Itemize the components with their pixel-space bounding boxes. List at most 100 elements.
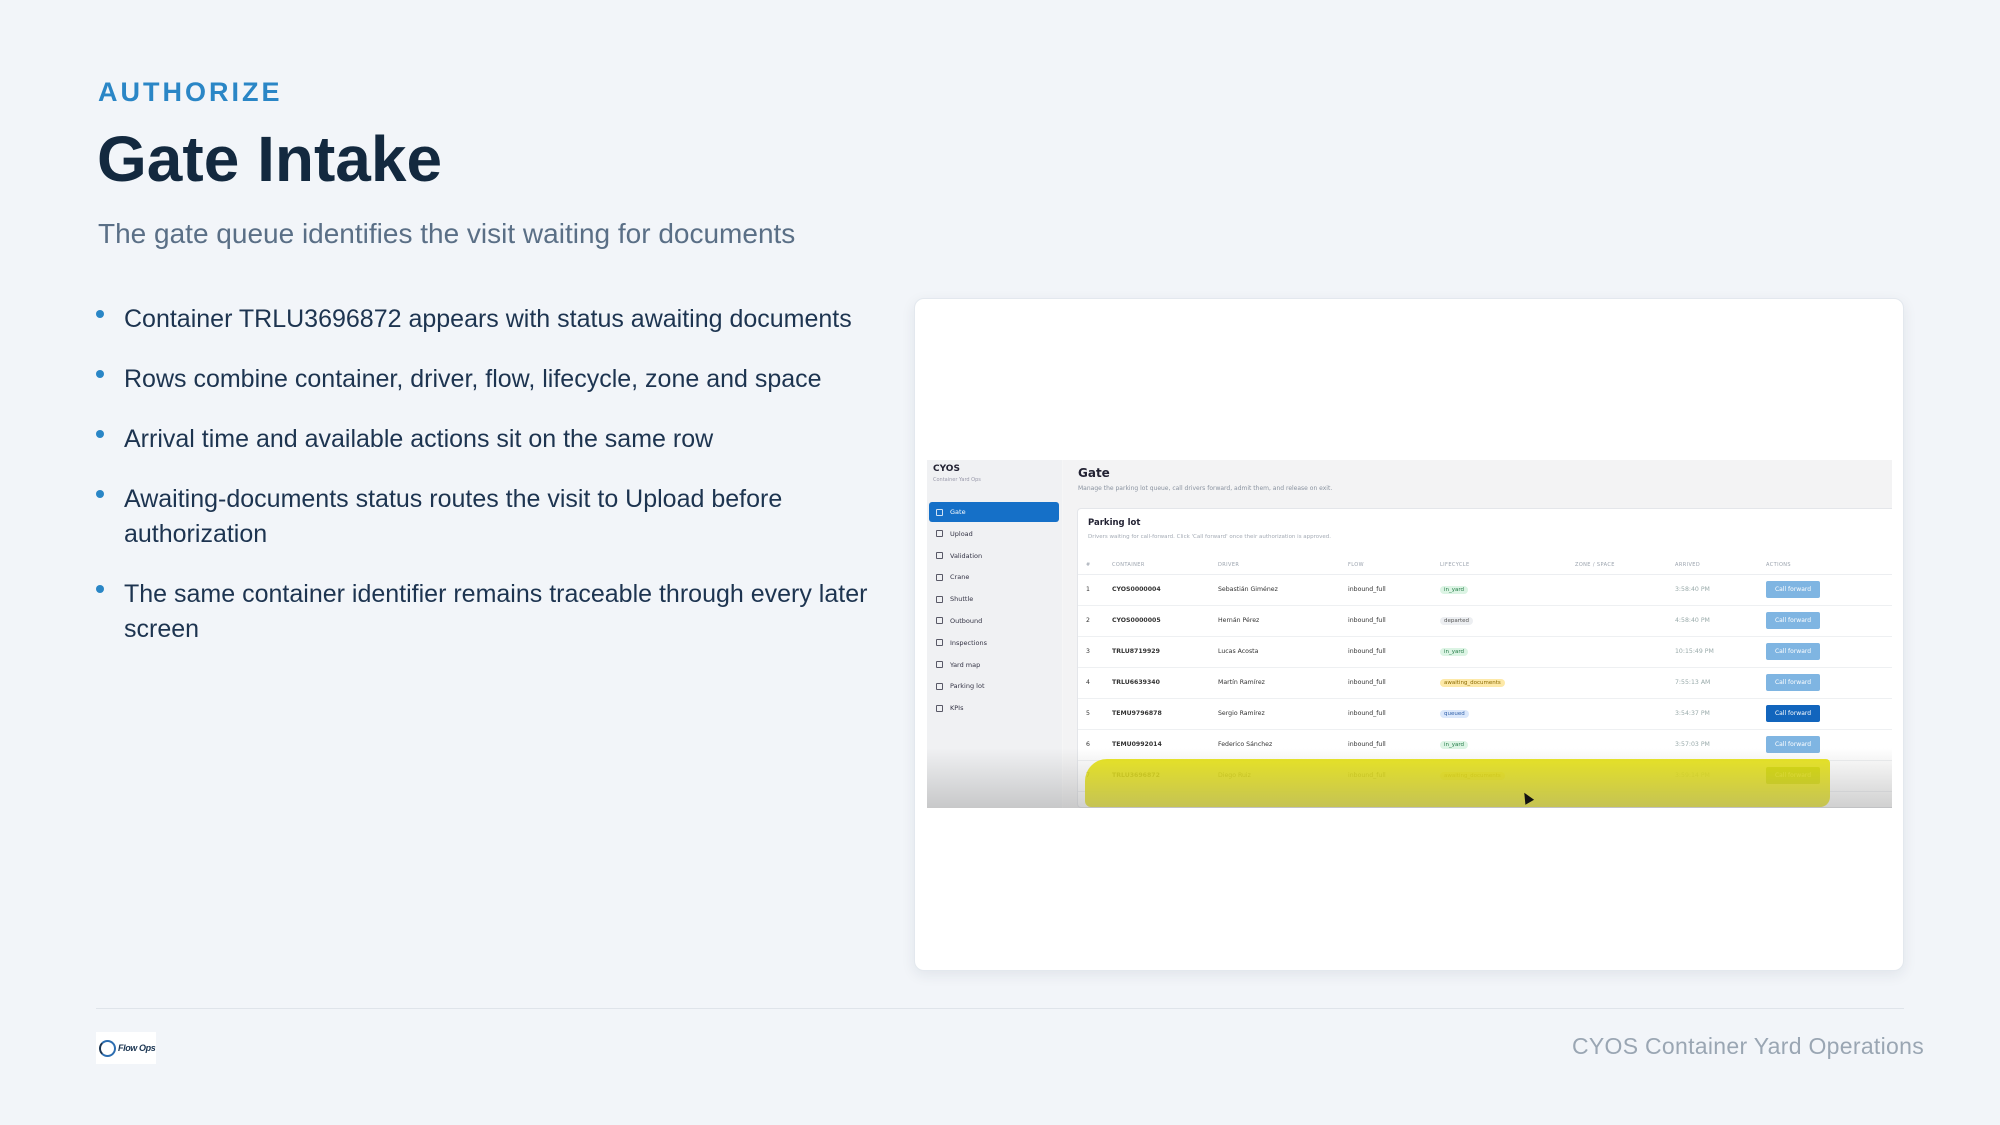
gate-title: Gate xyxy=(1078,466,1110,480)
lifecycle-badge: awaiting_documents xyxy=(1440,771,1505,780)
driver-name: Lucas Acosta xyxy=(1218,636,1348,668)
gate-icon xyxy=(936,508,943,516)
table-row-highlighted: 7 TRLU3696872 Diego Ruiz inbound_full aw… xyxy=(1078,760,1892,792)
table-row: 4 TRLU6639340 Martín Ramírez inbound_ful… xyxy=(1078,667,1892,699)
row-number: 3 xyxy=(1078,636,1112,668)
lifecycle-badge: in_yard xyxy=(1440,740,1469,749)
sidebar-item-crane[interactable]: Crane xyxy=(929,567,1059,587)
lifecycle-cell: in_yard xyxy=(1440,636,1575,668)
driver-name: Hernán Pérez xyxy=(1218,605,1348,637)
bullet-text: The same container identifier remains tr… xyxy=(124,580,868,643)
container-id: TRLU6639340 xyxy=(1112,667,1218,699)
page-title: Gate Intake xyxy=(97,123,443,195)
lifecycle-cell: in_yard xyxy=(1440,574,1575,606)
bullet-dot-icon xyxy=(96,490,104,498)
call-forward-button[interactable]: Call forward xyxy=(1766,705,1820,722)
lifecycle-badge: awaiting_documents xyxy=(1440,678,1505,687)
call-forward-button[interactable]: Call forward xyxy=(1766,674,1820,691)
crane-icon xyxy=(936,573,943,581)
flow: inbound_full xyxy=(1348,605,1440,637)
row-number: 7 xyxy=(1078,760,1112,792)
sidebar-item-label: Gate xyxy=(950,508,966,516)
table-row: 1 CYOS0000004 Sebastián Giménez inbound_… xyxy=(1078,574,1892,606)
outbound-icon xyxy=(936,617,943,625)
container-id: TRLU3696872 xyxy=(1112,760,1218,792)
actions-cell: Call forward xyxy=(1766,698,1892,730)
arrived-time: 3:58:40 PM xyxy=(1675,574,1766,606)
bullet-text: Rows combine container, driver, flow, li… xyxy=(124,365,822,393)
sidebar-item-kpis[interactable]: KPIs xyxy=(929,698,1059,718)
chart-icon xyxy=(936,704,943,712)
bullet-text: Arrival time and available actions sit o… xyxy=(124,425,714,453)
call-forward-button[interactable]: Call forward xyxy=(1766,612,1820,629)
screenshot-card: CYOS Container Yard Ops Gate Upload Vali… xyxy=(914,298,1904,971)
row-number: 4 xyxy=(1078,667,1112,699)
flow: inbound_full xyxy=(1348,667,1440,699)
app-screenshot: CYOS Container Yard Ops Gate Upload Vali… xyxy=(927,460,1892,808)
container-id: TEMU9796878 xyxy=(1112,698,1218,730)
actions-cell: Call forward xyxy=(1766,605,1892,637)
lifecycle-cell: in_yard xyxy=(1440,729,1575,761)
sidebar-item-label: Crane xyxy=(950,573,970,582)
call-forward-button[interactable]: Call forward xyxy=(1766,767,1820,784)
sidebar-item-shuttle[interactable]: Shuttle xyxy=(929,589,1059,609)
column-header: ACTIONS xyxy=(1766,557,1892,575)
column-header: CONTAINER xyxy=(1112,557,1218,575)
column-header: ZONE / SPACE xyxy=(1575,557,1675,575)
arrived-time: 7:55:13 AM xyxy=(1675,667,1766,699)
arrived-time: 4:58:40 PM xyxy=(1675,605,1766,637)
lifecycle-cell: awaiting_documents xyxy=(1440,667,1575,699)
sidebar-item-upload[interactable]: Upload xyxy=(929,524,1059,544)
flow: inbound_full xyxy=(1348,698,1440,730)
zone-space xyxy=(1575,574,1675,606)
sidebar-item-label: KPIs xyxy=(950,704,964,713)
sidebar-item-yard-map[interactable]: Yard map xyxy=(929,655,1059,675)
sidebar-item-label: Parking lot xyxy=(950,682,985,691)
panel-title: Parking lot xyxy=(1088,518,1141,528)
shuttle-icon xyxy=(936,595,943,603)
arrived-time: 3:59:14 PM xyxy=(1675,760,1766,792)
call-forward-button[interactable]: Call forward xyxy=(1766,736,1820,753)
table-row: 6 TEMU0992014 Federico Sánchez inbound_f… xyxy=(1078,729,1892,761)
driver-name: Martín Ramírez xyxy=(1218,667,1348,699)
sidebar-item-label: Outbound xyxy=(950,616,983,625)
arrived-time: 3:57:03 PM xyxy=(1675,729,1766,761)
table-row: 2 CYOS0000005 Hernán Pérez inbound_full … xyxy=(1078,605,1892,637)
flow: inbound_full xyxy=(1348,760,1440,792)
zone-space xyxy=(1575,760,1675,792)
call-forward-button[interactable]: Call forward xyxy=(1766,643,1820,660)
bullet-item: Rows combine container, driver, flow, li… xyxy=(96,362,886,397)
container-id: TRLU8719929 xyxy=(1112,636,1218,668)
row-number: 2 xyxy=(1078,605,1112,637)
flow: inbound_full xyxy=(1348,729,1440,761)
bullet-item: The same container identifier remains tr… xyxy=(96,577,886,647)
sidebar-item-label: Shuttle xyxy=(950,595,974,604)
sidebar-item-label: Yard map xyxy=(950,660,981,669)
bullet-item: Arrival time and available actions sit o… xyxy=(96,422,886,457)
inspections-icon xyxy=(936,639,943,647)
arrived-time: 3:54:37 PM xyxy=(1675,698,1766,730)
parking-lot-table: # CONTAINER DRIVER FLOW LIFECYCLE ZONE /… xyxy=(1078,557,1892,792)
call-forward-button[interactable]: Call forward xyxy=(1766,581,1820,598)
sidebar-item-parking-lot[interactable]: Parking lot xyxy=(929,676,1059,696)
column-header: FLOW xyxy=(1348,557,1440,575)
driver-name: Sergio Ramírez xyxy=(1218,698,1348,730)
zone-space xyxy=(1575,667,1675,699)
sidebar-item-outbound[interactable]: Outbound xyxy=(929,611,1059,631)
upload-icon xyxy=(936,530,943,538)
driver-name: Sebastián Giménez xyxy=(1218,574,1348,606)
table-row: 3 TRLU8719929 Lucas Acosta inbound_full … xyxy=(1078,636,1892,668)
bullet-dot-icon xyxy=(96,310,104,318)
sidebar-item-validation[interactable]: Validation xyxy=(929,546,1059,566)
container-id: CYOS0000004 xyxy=(1112,574,1218,606)
logo-text: Flow Ops xyxy=(118,1043,156,1053)
footer-text: CYOS Container Yard Operations xyxy=(1571,1033,1924,1059)
sidebar-item-inspections[interactable]: Inspections xyxy=(929,633,1059,653)
column-header: ARRIVED xyxy=(1675,557,1766,575)
app-sidebar: CYOS Container Yard Ops Gate Upload Vali… xyxy=(927,460,1062,808)
bullet-item: Container TRLU3696872 appears with statu… xyxy=(96,302,886,337)
lifecycle-cell: queued xyxy=(1440,698,1575,730)
sidebar-item-gate[interactable]: Gate xyxy=(929,502,1059,522)
lifecycle-badge: departed xyxy=(1440,616,1474,625)
bullet-dot-icon xyxy=(96,370,104,378)
